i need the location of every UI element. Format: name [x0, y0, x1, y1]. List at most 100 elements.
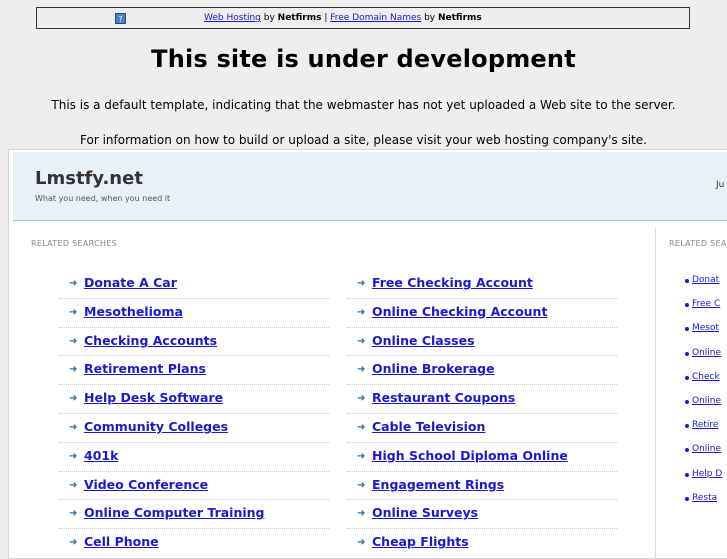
banner-by-text: by [421, 13, 438, 23]
arrow-right-icon: ➜ [357, 278, 366, 289]
list-item: ➜ Donate A Car [59, 270, 329, 299]
bullet-icon [685, 496, 689, 501]
banner-by-text: by [260, 13, 278, 23]
related-search-link[interactable]: Online Classes [372, 333, 475, 348]
related-links-left: ➜ Donate A Car ➜ Mesothelioma ➜ Checking Acco… [59, 270, 329, 558]
related-search-link[interactable]: Cable Television [372, 419, 485, 434]
arrow-right-icon: ➜ [357, 335, 366, 347]
bullet-icon [685, 424, 689, 429]
arrow-right-icon: ➜ [357, 450, 366, 462]
arrow-right-icon: ➜ [357, 393, 366, 405]
parked-domain-frame: Lmstfy.net What you need, when you need … [8, 149, 727, 559]
list-item: ➜ Free Checking Account [347, 270, 617, 299]
default-template-notice: This is a default template, indicating t… [51, 98, 676, 112]
side-related-searches-label: RELATED SEA [669, 239, 727, 248]
hosting-info-notice: For information on how to build or uploa… [80, 133, 647, 147]
related-search-link[interactable]: Cell Phone [84, 534, 159, 549]
arrow-right-icon: ➜ [69, 508, 78, 520]
bullet-icon [685, 351, 689, 356]
domain-tagline: What you need, when you need it [35, 194, 171, 203]
list-item: ➜ Engagement Rings [347, 472, 617, 501]
bullet-icon [685, 399, 689, 404]
side-search-link[interactable]: Mesot [692, 323, 719, 333]
list-item: ➜ Cable Television [347, 414, 617, 443]
arrow-right-icon: ➜ [69, 479, 78, 491]
domain-title: Lmstfy.net [35, 168, 143, 189]
arrow-right-icon: ➜ [69, 306, 78, 318]
side-search-link[interactable]: Check [692, 372, 720, 382]
list-item: ➜ Cell Phone [59, 529, 329, 558]
related-search-link[interactable]: Online Computer Training [84, 505, 265, 520]
arrow-right-icon: ➜ [69, 278, 78, 289]
related-links-right: ➜ Free Checking Account ➜ Online Checking A… [347, 270, 617, 558]
arrow-right-icon: ➜ [357, 421, 366, 433]
arrow-right-icon: ➜ [357, 479, 366, 491]
bullet-icon [685, 279, 689, 283]
banner-links: Web Hosting by Netfirms | Free Domain Na… [204, 8, 482, 28]
side-search-link[interactable]: Help D [692, 469, 722, 479]
related-search-link[interactable]: Donate A Car [84, 275, 177, 290]
hosting-banner: ? Web Hosting by Netfirms | Free Domain … [36, 7, 690, 29]
side-search-link[interactable]: Online [692, 396, 721, 406]
related-search-link[interactable]: Restaurant Coupons [372, 390, 515, 405]
related-search-link[interactable]: Video Conference [84, 477, 208, 492]
bullet-icon [685, 375, 689, 380]
page-title: This site is under development [151, 45, 576, 73]
arrow-right-icon: ➜ [69, 335, 78, 347]
arrow-right-icon: ➜ [69, 537, 78, 549]
parked-header: Lmstfy.net What you need, when you need … [13, 152, 727, 221]
bullet-icon [685, 327, 689, 332]
related-search-link[interactable]: Help Desk Software [84, 390, 223, 405]
side-search-link[interactable]: Resta [692, 493, 717, 503]
side-search-link[interactable]: Online [692, 348, 721, 358]
related-search-link[interactable]: Online Checking Account [372, 304, 547, 319]
related-search-link[interactable]: Online Brokerage [372, 361, 495, 376]
bullet-icon [685, 448, 689, 453]
banner-separator: | [321, 13, 331, 23]
list-item: ➜ Online Surveys [347, 500, 617, 530]
netfirms-brand: Netfirms [437, 13, 482, 23]
list-item: ➜ 401k [59, 443, 329, 472]
arrow-right-icon: ➜ [69, 364, 78, 376]
related-search-link[interactable]: Checking Accounts [84, 333, 217, 348]
list-item: ➜ Help Desk Software [59, 385, 329, 414]
related-search-link[interactable]: Online Surveys [372, 505, 478, 520]
list-item: ➜ Retirement Plans [59, 356, 329, 386]
list-item: ➜ Online Brokerage [347, 356, 617, 386]
list-item: ➜ Online Classes [347, 328, 617, 357]
arrow-right-icon: ➜ [69, 393, 78, 405]
list-item: ➜ Online Checking Account [347, 299, 617, 328]
arrow-right-icon: ➜ [357, 306, 366, 318]
related-search-link[interactable]: Retirement Plans [84, 361, 206, 376]
related-search-link[interactable]: Mesothelioma [84, 304, 183, 319]
side-search-link[interactable]: Donat [692, 275, 719, 285]
arrow-right-icon: ➜ [357, 537, 366, 549]
related-search-link[interactable]: High School Diploma Online [372, 448, 568, 463]
related-searches-label: RELATED SEARCHES [31, 239, 118, 248]
web-hosting-link[interactable]: Web Hosting [204, 13, 261, 23]
related-search-link[interactable]: Engagement Rings [372, 477, 504, 492]
list-item: ➜ Online Computer Training [59, 500, 329, 530]
side-search-link[interactable]: Online [692, 444, 721, 454]
related-search-link[interactable]: 401k [84, 448, 118, 463]
help-icon[interactable]: ? [115, 13, 126, 24]
arrow-right-icon: ➜ [357, 364, 366, 376]
arrow-right-icon: ➜ [69, 421, 78, 433]
bullet-icon [685, 472, 689, 477]
bullet-icon [685, 303, 689, 308]
related-search-link[interactable]: Cheap Flights [372, 534, 469, 549]
date-text: Ju [716, 180, 725, 190]
list-item: ➜ Community Colleges [59, 414, 329, 443]
related-search-link[interactable]: Community Colleges [84, 419, 228, 434]
list-item: ➜ Restaurant Coupons [347, 385, 617, 414]
list-item: ➜ Cheap Flights [347, 529, 617, 558]
list-item: ➜ Video Conference [59, 472, 329, 501]
free-domain-names-link[interactable]: Free Domain Names [330, 13, 421, 23]
arrow-right-icon: ➜ [69, 450, 78, 462]
column-divider [655, 228, 656, 558]
list-item: ➜ Mesothelioma [59, 299, 329, 328]
list-item: ➜ High School Diploma Online [347, 443, 617, 472]
related-search-link[interactable]: Free Checking Account [372, 275, 533, 290]
side-search-link[interactable]: Retire [692, 420, 718, 430]
side-search-link[interactable]: Free C [692, 299, 720, 309]
